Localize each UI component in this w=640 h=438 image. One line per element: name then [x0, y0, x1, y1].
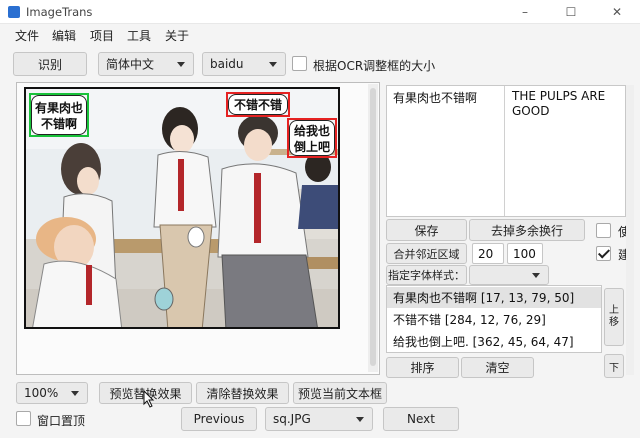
- region-list-item-2[interactable]: 不错不错 [284, 12, 76, 29]: [387, 309, 601, 330]
- pin-window-label: 窗口置顶: [37, 414, 86, 428]
- save-button[interactable]: 保存: [386, 219, 467, 241]
- menu-about[interactable]: 关于: [165, 27, 189, 44]
- bubble-2-line-1: 不错不错: [233, 98, 282, 112]
- chevron-down-icon: [177, 62, 185, 67]
- minimize-button[interactable]: –: [502, 0, 548, 24]
- window-title: ImageTrans: [26, 5, 93, 19]
- side-checkbox-1[interactable]: [596, 223, 611, 238]
- zoom-select[interactable]: 100%: [16, 382, 88, 404]
- language-select[interactable]: 简体中文: [98, 52, 194, 76]
- resize-by-ocr-label: 根据OCR调整框的大小: [313, 59, 436, 73]
- move-up-label: 上移: [609, 305, 619, 328]
- app-icon: [8, 6, 20, 18]
- chevron-down-icon: [356, 417, 364, 422]
- menu-file[interactable]: 文件: [15, 27, 39, 44]
- text-editor-divider: [504, 86, 505, 216]
- right-panel-scrollbar[interactable]: [626, 85, 634, 375]
- menu-tools[interactable]: 工具: [127, 27, 151, 44]
- remove-newlines-button[interactable]: 去掉多余换行: [469, 219, 585, 241]
- pin-window-checkbox[interactable]: [16, 411, 31, 426]
- chevron-down-icon: [71, 391, 79, 396]
- mouse-cursor-icon: [143, 390, 155, 408]
- preview-current-box-button[interactable]: 预览当前文本框: [293, 382, 387, 404]
- maximize-button[interactable]: ☐: [548, 0, 594, 24]
- image-scrollbar-thumb[interactable]: [370, 88, 376, 366]
- engine-select[interactable]: baidu: [202, 52, 286, 76]
- clear-replace-button[interactable]: 清除替换效果: [196, 382, 289, 404]
- previous-button[interactable]: Previous: [181, 407, 257, 431]
- zoom-value: 100%: [24, 386, 59, 400]
- chevron-down-icon: [269, 62, 277, 67]
- speech-bubble-2: 不错不错: [228, 94, 288, 115]
- recognize-button[interactable]: 识别: [13, 52, 87, 76]
- font-style-select[interactable]: [469, 265, 549, 285]
- speech-bubble-1: 有果肉也 不错啊: [31, 95, 87, 135]
- merge-distance-input-2[interactable]: 100: [507, 243, 543, 264]
- resize-by-ocr-checkbox[interactable]: [292, 56, 307, 71]
- source-text-area[interactable]: 有果肉也不错啊: [393, 89, 477, 106]
- font-style-button[interactable]: 指定字体样式：: [386, 265, 467, 285]
- region-list-item-1[interactable]: 有果肉也不错啊 [17, 13, 79, 50]: [387, 287, 601, 308]
- move-up-button[interactable]: 上移: [604, 288, 624, 346]
- menu-project[interactable]: 项目: [90, 27, 114, 44]
- language-value: 简体中文: [106, 57, 155, 72]
- bubble-1-line-1: 有果肉也: [34, 101, 83, 115]
- title-bar: ImageTrans – ☐ ✕: [0, 0, 640, 24]
- translation-text-area[interactable]: THE PULPS ARE GOOD: [512, 89, 612, 119]
- close-button[interactable]: ✕: [594, 0, 640, 24]
- file-value: sq.JPG: [273, 412, 311, 426]
- side-checkbox-2[interactable]: [596, 246, 611, 261]
- speech-bubble-3: 给我也 倒上吧: [289, 120, 335, 156]
- sort-button[interactable]: 排序: [386, 357, 459, 378]
- menu-edit[interactable]: 编辑: [52, 27, 76, 44]
- chevron-down-icon: [532, 273, 540, 278]
- merge-regions-button[interactable]: 合并邻近区域: [386, 243, 467, 264]
- move-down-button[interactable]: 下: [604, 354, 624, 378]
- region-list-item-3[interactable]: 给我也倒上吧. [362, 45, 64, 47]: [387, 331, 601, 352]
- engine-value: baidu: [210, 57, 244, 71]
- bubble-3-line-1: 给我也: [293, 124, 330, 138]
- bubble-1-line-2: 不错啊: [40, 117, 77, 131]
- clear-list-button[interactable]: 清空: [461, 357, 534, 378]
- menu-bar: 文件 编辑 项目 工具 关于: [0, 24, 640, 46]
- bubble-3-line-2: 倒上吧: [293, 140, 330, 154]
- next-button[interactable]: Next: [383, 407, 459, 431]
- file-select[interactable]: sq.JPG: [265, 407, 373, 431]
- image-scrollbar[interactable]: [368, 84, 378, 372]
- merge-distance-input-1[interactable]: 20: [472, 243, 504, 264]
